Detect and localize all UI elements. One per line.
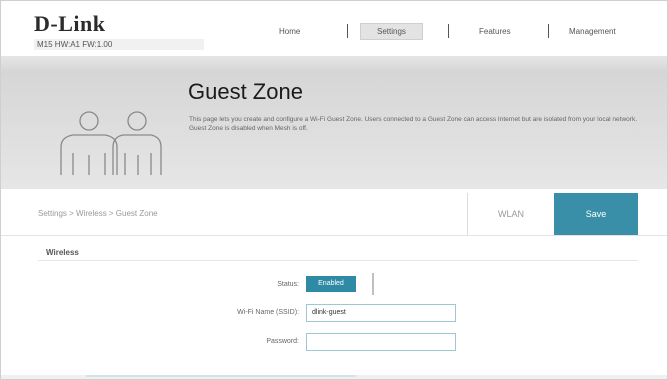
dlink-logo: D-Link [34,11,106,36]
save-button[interactable]: Save [554,193,638,235]
nav-settings-wrap: Settings [360,21,423,41]
section-title-wireless: Wireless [46,248,79,257]
password-input[interactable] [306,333,456,351]
nav-separator [548,24,549,38]
section-divider [38,260,638,261]
nav-separator [347,24,348,38]
router-settings-window: D-Link M15 HW:A1 FW:1.00 Home Settings F… [0,0,668,380]
guest-users-icon [60,111,162,175]
nav-settings[interactable]: Settings [360,22,423,40]
nav-management-wrap: Management [561,21,624,41]
ssid-label: Wi-Fi Name (SSID): [237,309,299,316]
password-label: Password: [266,338,299,345]
model-info: M15 HW:A1 FW:1.00 [34,39,204,50]
main-nav: Home [271,21,308,41]
breadcrumb-bar: Settings > Wireless > Guest Zone WLAN Sa… [1,193,667,236]
bottom-edge [1,375,667,379]
ssid-input[interactable]: dlink-guest [306,304,456,322]
page-description: This page lets you create and configure … [189,116,638,132]
status-label: Status: [277,281,299,288]
nav-separator [448,24,449,38]
nav-management[interactable]: Management [561,24,624,39]
nav-features[interactable]: Features [471,24,519,39]
status-toggle[interactable]: Enabled [306,276,356,292]
nav-features-wrap: Features [471,21,519,41]
top-bar: D-Link M15 HW:A1 FW:1.00 Home Settings F… [1,1,667,56]
page-title: Guest Zone [188,79,303,104]
nav-home[interactable]: Home [271,24,308,39]
breadcrumb: Settings > Wireless > Guest Zone [38,209,158,218]
wlan-button[interactable]: WLAN [467,193,554,235]
